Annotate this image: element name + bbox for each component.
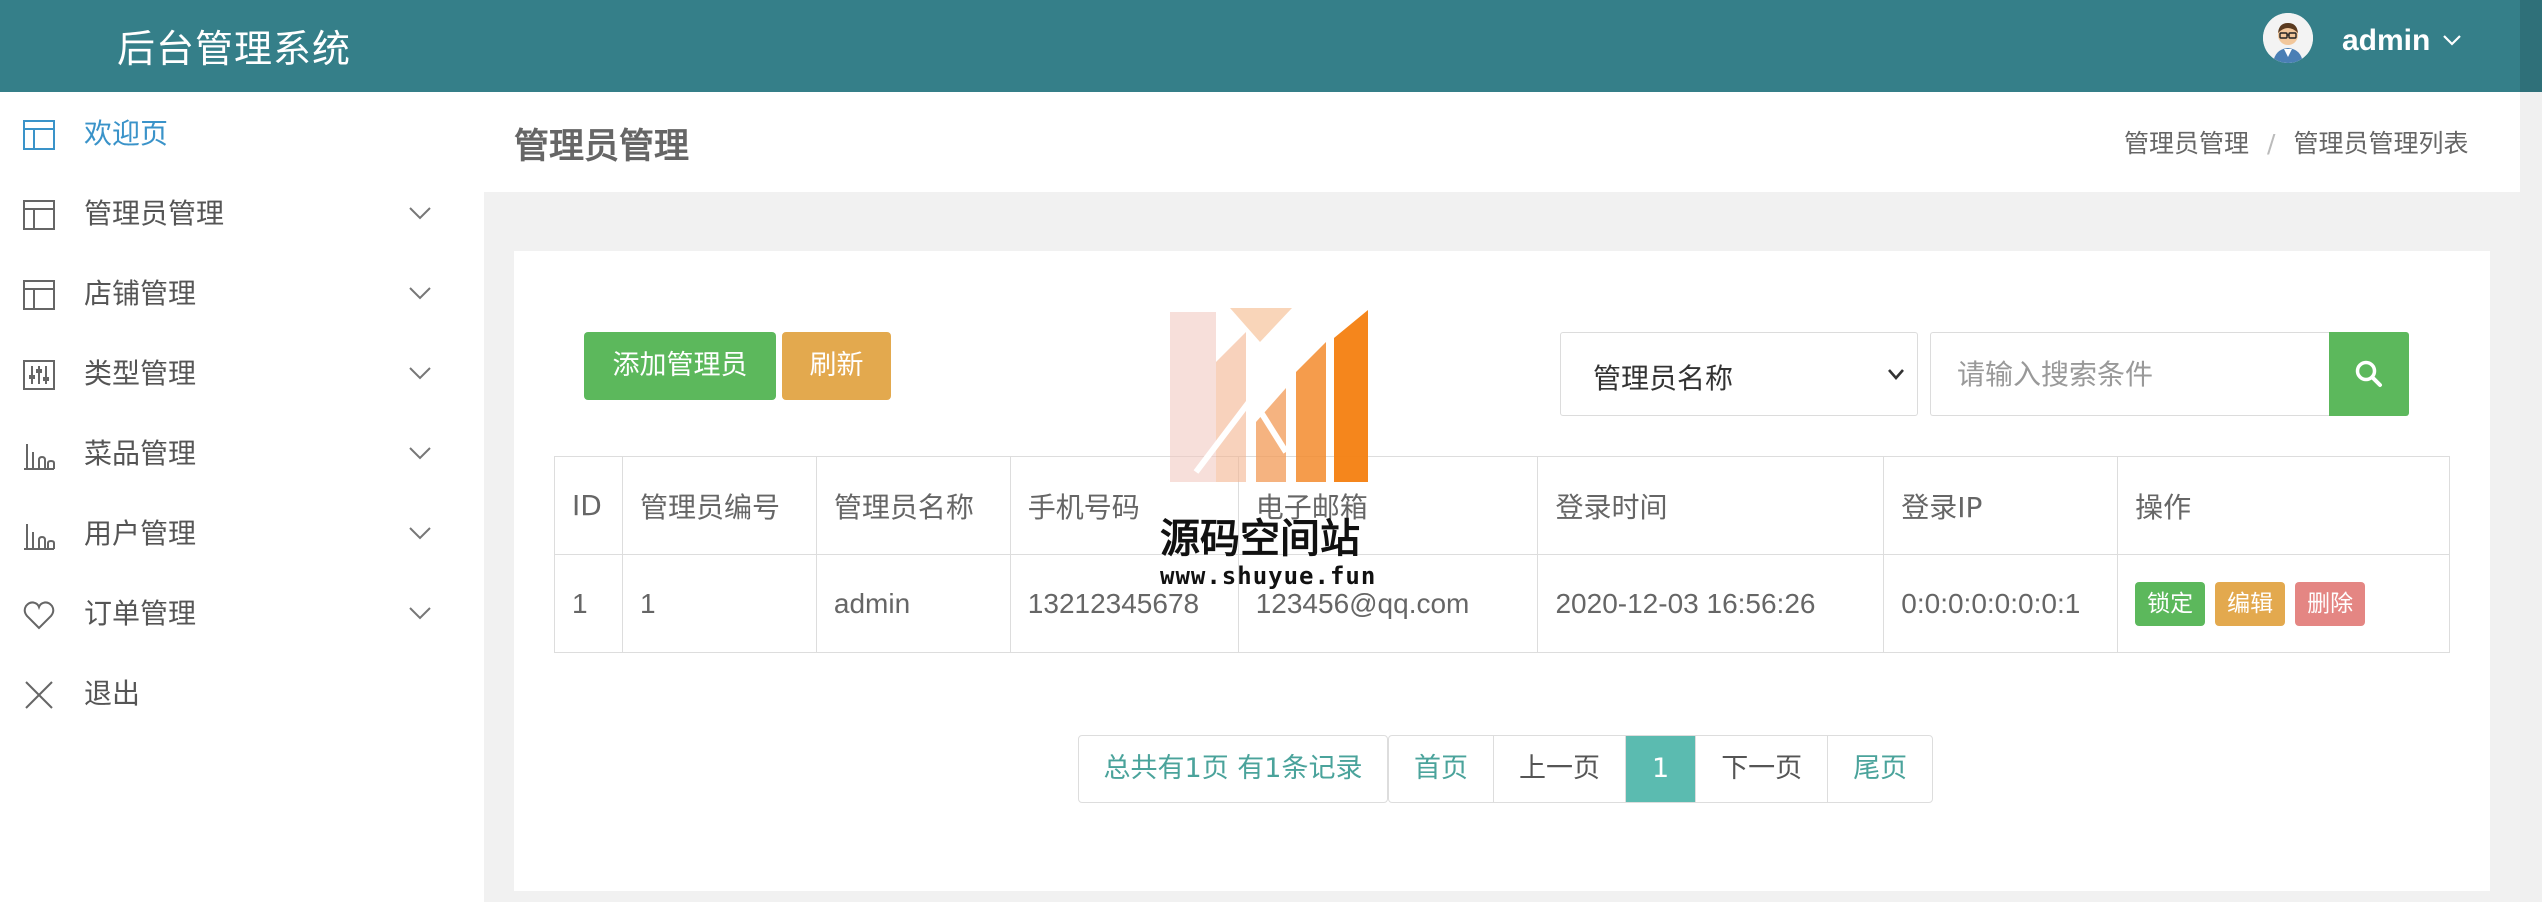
- delete-button[interactable]: 删除: [2295, 581, 2366, 626]
- sidebar-item-label: 订单管理: [84, 597, 197, 630]
- next-page-button[interactable]: 下一页: [1696, 736, 1829, 802]
- pagination-summary: 总共有1页 有1条记录: [1078, 735, 1388, 803]
- search-field-select[interactable]: 管理员名称: [1560, 332, 1918, 416]
- edit-button[interactable]: 编辑: [2215, 581, 2286, 626]
- sidebar: 欢迎页 管理员管理 店铺管理 类型管理 菜品管理 用户管理 订单管理 退出: [0, 92, 484, 902]
- sidebar-item-label: 管理员管理: [84, 197, 225, 230]
- chevron-down-icon: [409, 607, 431, 620]
- search-field-selected: 管理员名称: [1593, 362, 1734, 395]
- heart-icon: [23, 601, 55, 630]
- app-title: 后台管理系统: [117, 27, 352, 71]
- sidebar-item-shop[interactable]: 店铺管理: [0, 252, 484, 332]
- cell-name: admin: [815, 554, 1011, 653]
- lock-button[interactable]: 锁定: [2135, 581, 2206, 626]
- page-title: 管理员管理: [514, 127, 690, 167]
- top-header: 后台管理系统 admin: [0, 0, 2542, 92]
- table-row: 1 1 admin 13212345678 123456@qq.com 2020…: [554, 554, 2450, 653]
- bar-chart-icon: [24, 444, 55, 470]
- first-page-button[interactable]: 首页: [1389, 736, 1494, 802]
- breadcrumb-item[interactable]: 管理员管理: [2124, 129, 2249, 158]
- chevron-down-icon: [409, 527, 431, 540]
- sidebar-item-user[interactable]: 用户管理: [0, 492, 484, 572]
- search-button[interactable]: [2329, 332, 2409, 416]
- cell-login-time: 2020-12-03 16:56:26: [1537, 554, 1885, 653]
- sidebar-item-order[interactable]: 订单管理: [0, 572, 484, 652]
- page-header: 管理员管理 管理员管理 / 管理员管理列表: [484, 92, 2520, 192]
- list-panel: 添加管理员 刷新 管理员名称 ID 管理员编号 管理员名称 手机号码 电子邮箱 …: [514, 251, 2490, 891]
- scrollbar-track-top: [2520, 0, 2542, 92]
- user-name[interactable]: admin: [2342, 24, 2430, 58]
- refresh-button[interactable]: 刷新: [782, 332, 891, 400]
- last-page-button[interactable]: 尾页: [1828, 736, 1932, 802]
- breadcrumb-separator: /: [2267, 129, 2276, 158]
- search-icon: [2355, 360, 2382, 387]
- sidebar-item-welcome[interactable]: 欢迎页: [0, 92, 484, 172]
- column-header: 操作: [2117, 456, 2450, 555]
- sidebar-item-label: 用户管理: [84, 517, 197, 550]
- admin-table: ID 管理员编号 管理员名称 手机号码 电子邮箱 登录时间 登录IP 操作 1 …: [554, 456, 2450, 653]
- add-admin-button[interactable]: 添加管理员: [584, 332, 776, 400]
- column-header: 登录IP: [1883, 456, 2119, 555]
- layout-icon: [23, 280, 55, 310]
- column-header: 管理员名称: [815, 456, 1011, 555]
- chevron-down-icon: [409, 287, 431, 300]
- cell-actions: 锁定 编辑 删除: [2117, 554, 2450, 653]
- chevron-down-icon[interactable]: [2440, 28, 2464, 52]
- chevron-down-icon: [409, 447, 431, 460]
- pagination: 首页 上一页 1 下一页 尾页: [1388, 735, 1934, 803]
- column-header: ID: [554, 456, 623, 555]
- sidebar-item-label: 菜品管理: [84, 437, 197, 470]
- sliders-icon: [23, 360, 55, 390]
- chevron-down-icon: [1888, 369, 1904, 380]
- sidebar-item-label: 店铺管理: [84, 277, 197, 310]
- avatar-icon: [2263, 13, 2313, 63]
- column-header: 管理员编号: [621, 456, 817, 555]
- breadcrumb: 管理员管理 / 管理员管理列表: [2124, 124, 2468, 160]
- table-header-row: ID 管理员编号 管理员名称 手机号码 电子邮箱 登录时间 登录IP 操作: [554, 456, 2450, 555]
- chevron-down-icon: [409, 207, 431, 220]
- prev-page-button[interactable]: 上一页: [1494, 736, 1626, 802]
- bar-chart-icon: [24, 524, 55, 550]
- watermark-text: 源码空间站: [1160, 516, 1360, 562]
- sidebar-item-label: 退出: [84, 677, 141, 710]
- scrollbar-track[interactable]: [2520, 92, 2542, 902]
- sidebar-item-label: 类型管理: [84, 357, 197, 390]
- close-icon: [25, 681, 53, 709]
- layout-icon: [23, 200, 55, 230]
- sidebar-item-type[interactable]: 类型管理: [0, 332, 484, 412]
- cell-number: 1: [621, 554, 817, 653]
- sidebar-item-dish[interactable]: 菜品管理: [0, 412, 484, 492]
- watermark-url: www.shuyue.fun: [1160, 562, 1377, 590]
- layout-icon: [23, 120, 55, 150]
- chevron-down-icon: [409, 367, 431, 380]
- breadcrumb-item-current: 管理员管理列表: [2293, 129, 2469, 158]
- sidebar-item-label: 欢迎页: [84, 117, 169, 150]
- search-input[interactable]: [1930, 332, 2330, 416]
- user-avatar[interactable]: [2263, 13, 2313, 63]
- cell-id: 1: [554, 554, 623, 653]
- column-header: 登录时间: [1537, 456, 1885, 555]
- sidebar-item-admin[interactable]: 管理员管理: [0, 172, 484, 252]
- cell-login-ip: 0:0:0:0:0:0:0:1: [1883, 554, 2119, 653]
- sidebar-item-logout[interactable]: 退出: [0, 652, 484, 732]
- current-page[interactable]: 1: [1626, 736, 1697, 802]
